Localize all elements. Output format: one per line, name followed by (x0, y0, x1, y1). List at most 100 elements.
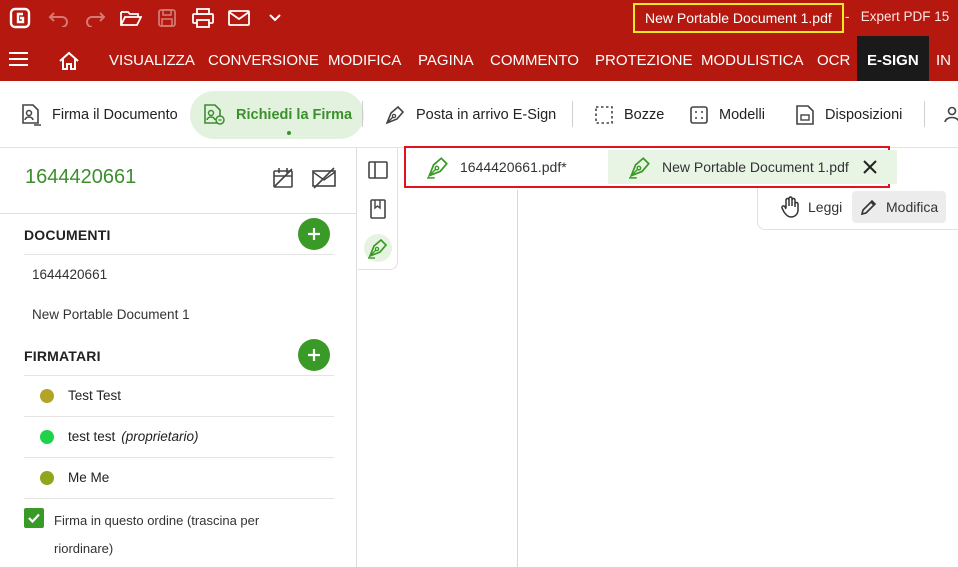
signer-item[interactable]: Test Test (40, 388, 121, 403)
modify-mode-button[interactable]: Modifica (852, 191, 947, 223)
tab-conversione[interactable]: CONVERSIONE (208, 36, 319, 81)
pen-nib-icon (385, 105, 405, 125)
panel-divider (0, 213, 357, 214)
plus-icon (308, 228, 320, 240)
sign-document-icon (22, 104, 41, 126)
drafts-button[interactable]: Bozze (594, 91, 664, 139)
side-toolbar (358, 148, 398, 270)
pencil-icon (860, 199, 877, 216)
open-folder-icon[interactable] (119, 6, 143, 30)
sign-document-label: Firma il Documento (52, 107, 178, 123)
request-signature-label: Richiedi la Firma (236, 107, 353, 123)
document-item[interactable]: New Portable Document 1 (32, 307, 190, 322)
tab-protezione[interactable]: PROTEZIONE (595, 36, 693, 81)
app-name-label: Expert PDF 15 (860, 9, 950, 24)
tab-visualizza[interactable]: VISUALIZZA (109, 36, 195, 81)
toolbar-divider (572, 101, 573, 127)
close-tab-icon[interactable] (863, 160, 887, 174)
tab-modulistica[interactable]: MODULISTICA (701, 36, 804, 81)
save-icon[interactable] (155, 6, 179, 30)
document-tabs: 1644420661.pdf* New Portable Document 1.… (404, 146, 897, 188)
list-divider (24, 254, 334, 255)
chevron-down-icon[interactable] (263, 6, 287, 30)
tab-pagina[interactable]: PAGINA (418, 36, 474, 81)
request-signature-icon (204, 104, 225, 125)
add-signer-button[interactable] (298, 339, 330, 371)
tab-modifica[interactable]: MODIFICA (328, 36, 401, 81)
dispositions-icon (796, 105, 814, 125)
modify-mode-label: Modifica (886, 199, 939, 215)
redo-icon[interactable] (83, 6, 107, 30)
document-title: New Portable Document 1.pdf (633, 3, 844, 33)
app-logo-icon[interactable] (8, 6, 32, 30)
add-document-button[interactable] (298, 218, 330, 250)
tab-in[interactable]: IN (936, 36, 951, 81)
app-name: - Expert PDF 15 (845, 9, 949, 24)
list-divider (24, 457, 334, 458)
read-mode-label: Leggi (808, 199, 843, 215)
undo-icon[interactable] (47, 6, 71, 30)
signer-color-dot (40, 470, 54, 485)
plus-icon (308, 349, 320, 361)
sign-in-order-label: Firma in questo ordine (trascina per rio… (54, 513, 260, 556)
signers-header: FIRMATARI (24, 348, 101, 364)
toolbar-divider (924, 101, 925, 127)
sign-in-order-checkbox[interactable] (24, 508, 44, 528)
list-divider (24, 416, 334, 417)
ribbon-tabs: VISUALIZZA CONVERSIONE MODIFICA PAGINA C… (0, 36, 958, 81)
email-icon[interactable] (227, 6, 251, 30)
tab-ocr[interactable]: OCR (817, 36, 850, 81)
doc-tab-1644420661[interactable]: 1644420661.pdf* (426, 150, 567, 184)
doc-tab-label: New Portable Document 1.pdf (662, 159, 849, 175)
signer-item[interactable]: test test (proprietario) (40, 429, 199, 444)
drafts-label: Bozze (624, 107, 665, 123)
title-bar: New Portable Document 1.pdf - Expert PDF… (0, 0, 958, 36)
doc-tab-label: 1644420661.pdf* (460, 159, 567, 175)
esign-pen-icon[interactable] (364, 234, 392, 262)
esign-inbox-label: Posta in arrivo E-Sign (416, 107, 557, 123)
panel-toggle-icon[interactable] (364, 156, 392, 184)
page-edge (517, 190, 518, 567)
signer-name: test test (68, 429, 116, 444)
pen-nib-icon (629, 157, 650, 179)
request-signature-button[interactable]: Richiedi la Firma (190, 91, 365, 139)
signer-name: Me Me (68, 470, 110, 485)
dispositions-button[interactable]: Disposizioni (795, 91, 902, 139)
pen-nib-icon (427, 157, 448, 179)
tab-esign[interactable]: E-SIGN (857, 36, 929, 81)
templates-button[interactable]: Modelli (689, 91, 765, 139)
title-separator: - (845, 9, 850, 24)
print-icon[interactable] (191, 6, 215, 30)
signer-item[interactable]: Me Me (40, 470, 109, 485)
doc-tab-new-portable-document[interactable]: New Portable Document 1.pdf (608, 150, 897, 184)
documents-header: DOCUMENTI (24, 227, 111, 243)
sign-document-button[interactable]: Firma il Documento (20, 91, 178, 139)
bookmark-icon[interactable] (364, 195, 392, 223)
mail-off-icon[interactable] (311, 166, 337, 192)
user-icon[interactable] (942, 105, 958, 130)
signer-color-dot (40, 429, 54, 444)
dispositions-label: Disposizioni (825, 107, 903, 123)
document-item[interactable]: 1644420661 (32, 267, 107, 282)
read-mode-button[interactable]: Leggi (772, 191, 850, 223)
calendar-off-icon[interactable] (271, 166, 297, 192)
tab-commento[interactable]: COMMENTO (490, 36, 579, 81)
check-icon (28, 513, 40, 524)
signer-name: Test Test (68, 388, 122, 403)
templates-label: Modelli (719, 107, 765, 123)
signer-color-dot (40, 388, 54, 403)
signer-role: (proprietario) (121, 429, 199, 444)
templates-icon (690, 106, 708, 124)
mode-toggle: Leggi Modifica (757, 188, 958, 230)
hand-icon (781, 196, 799, 218)
esign-inbox-button[interactable]: Posta in arrivo E-Sign (384, 91, 556, 139)
toolbar-divider (362, 101, 363, 127)
active-indicator-dot (287, 131, 291, 135)
list-divider (24, 498, 334, 499)
menu-icon[interactable] (9, 52, 28, 66)
list-divider (24, 375, 334, 376)
envelope-title: 1644420661 (25, 166, 137, 188)
esign-left-panel: 1644420661 DOCUMENTI 1644420661 New Port… (0, 148, 357, 567)
home-icon[interactable] (58, 51, 80, 76)
esign-toolbar: Firma il Documento Richiedi la Firma Pos… (0, 81, 958, 148)
